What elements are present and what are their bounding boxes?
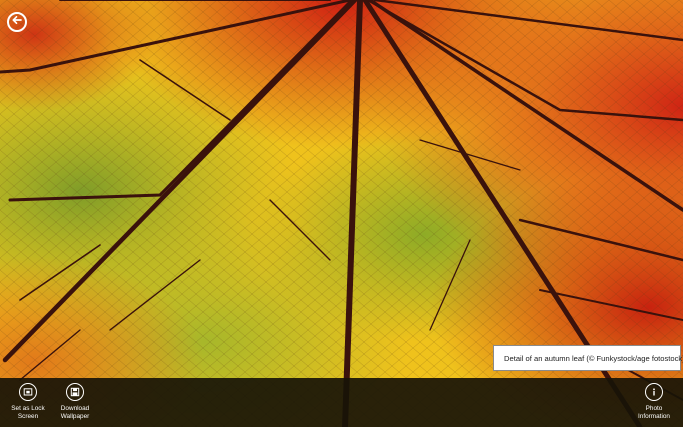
set-as-lock-screen-label: Set as Lock Screen <box>11 405 45 420</box>
photo-information-button[interactable]: Photo Information <box>631 383 677 420</box>
back-arrow-icon <box>11 13 23 31</box>
photo-information-label: Photo Information <box>638 405 670 420</box>
download-wallpaper-label: Download Wallpaper <box>60 405 90 420</box>
info-icon <box>645 383 663 401</box>
download-icon <box>66 383 84 401</box>
set-as-lock-screen-button[interactable]: Set as Lock Screen <box>5 383 51 420</box>
photo-caption-text: Detail of an autumn leaf (© Funkystock/a… <box>504 353 683 363</box>
lock-screen-icon <box>19 383 37 401</box>
app-bar: Set as Lock Screen Download Wallpaper Ph… <box>0 378 683 427</box>
photo-caption-tooltip: Detail of an autumn leaf (© Funkystock/a… <box>493 345 683 371</box>
back-button[interactable] <box>7 12 27 32</box>
download-wallpaper-button[interactable]: Download Wallpaper <box>52 383 98 420</box>
